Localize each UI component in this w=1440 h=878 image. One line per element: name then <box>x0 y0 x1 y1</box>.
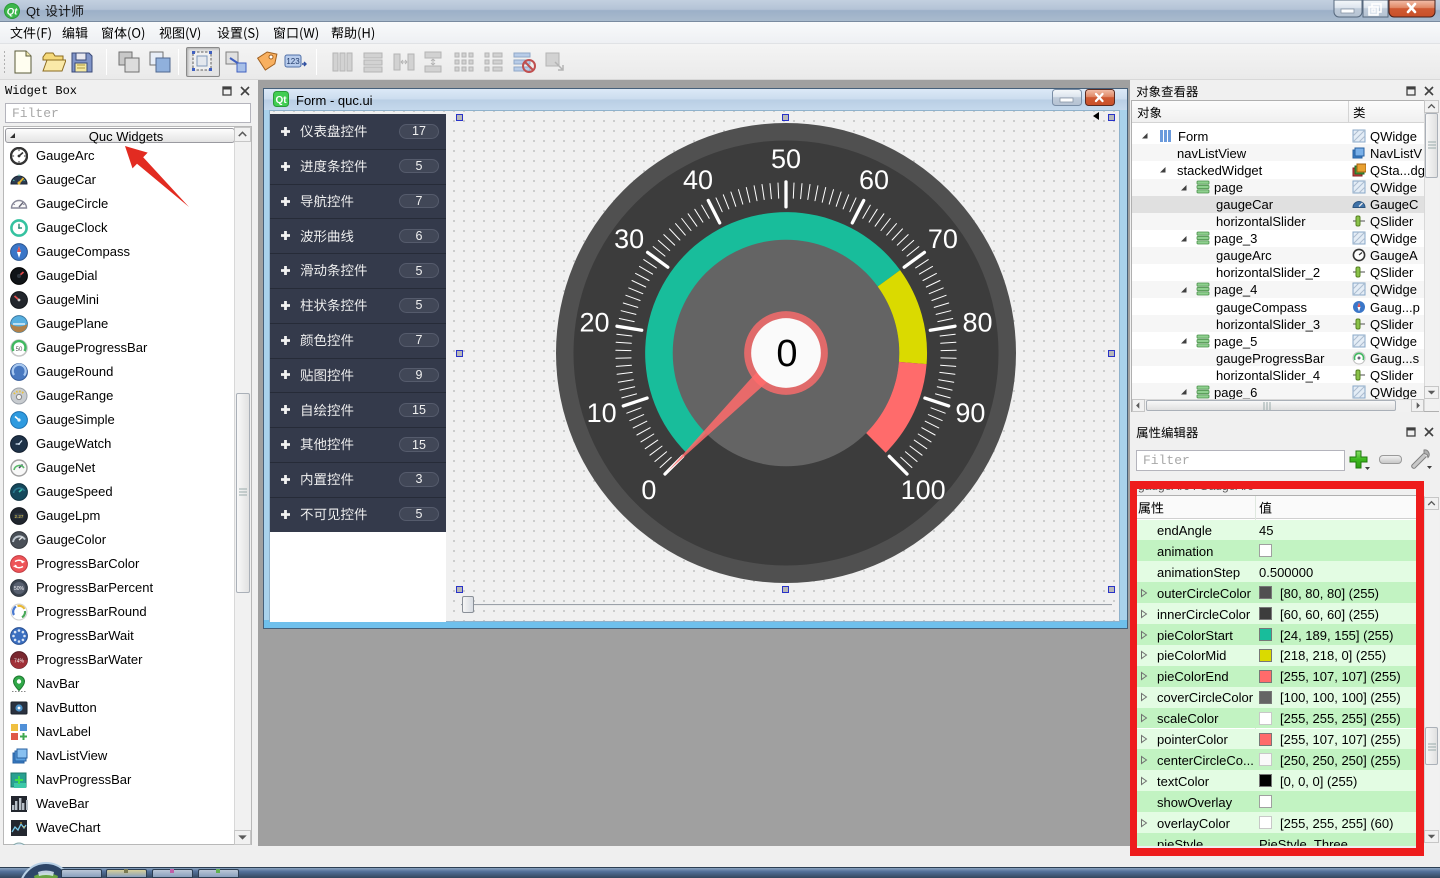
svg-text:123: 123 <box>286 57 300 66</box>
svg-text:0: 0 <box>641 475 656 505</box>
svg-text:2.27: 2.27 <box>15 514 24 519</box>
svg-text:10: 10 <box>587 398 617 428</box>
svg-text:80: 80 <box>962 308 992 338</box>
svg-text:70: 70 <box>928 224 958 254</box>
svg-text:Qt: Qt <box>275 95 287 106</box>
svg-text:30: 30 <box>614 224 644 254</box>
svg-text:60: 60 <box>859 165 889 195</box>
svg-text:74%: 74% <box>14 658 25 664</box>
svg-text:100: 100 <box>901 475 946 505</box>
svg-text:40: 40 <box>683 165 713 195</box>
svg-text:50: 50 <box>771 144 801 174</box>
svg-text:Qt: Qt <box>7 7 18 18</box>
svg-text:90: 90 <box>955 398 985 428</box>
svg-text:50%: 50% <box>14 586 25 592</box>
svg-text:20: 20 <box>579 308 609 338</box>
svg-text:0: 0 <box>776 333 797 375</box>
svg-text:50: 50 <box>16 347 23 353</box>
